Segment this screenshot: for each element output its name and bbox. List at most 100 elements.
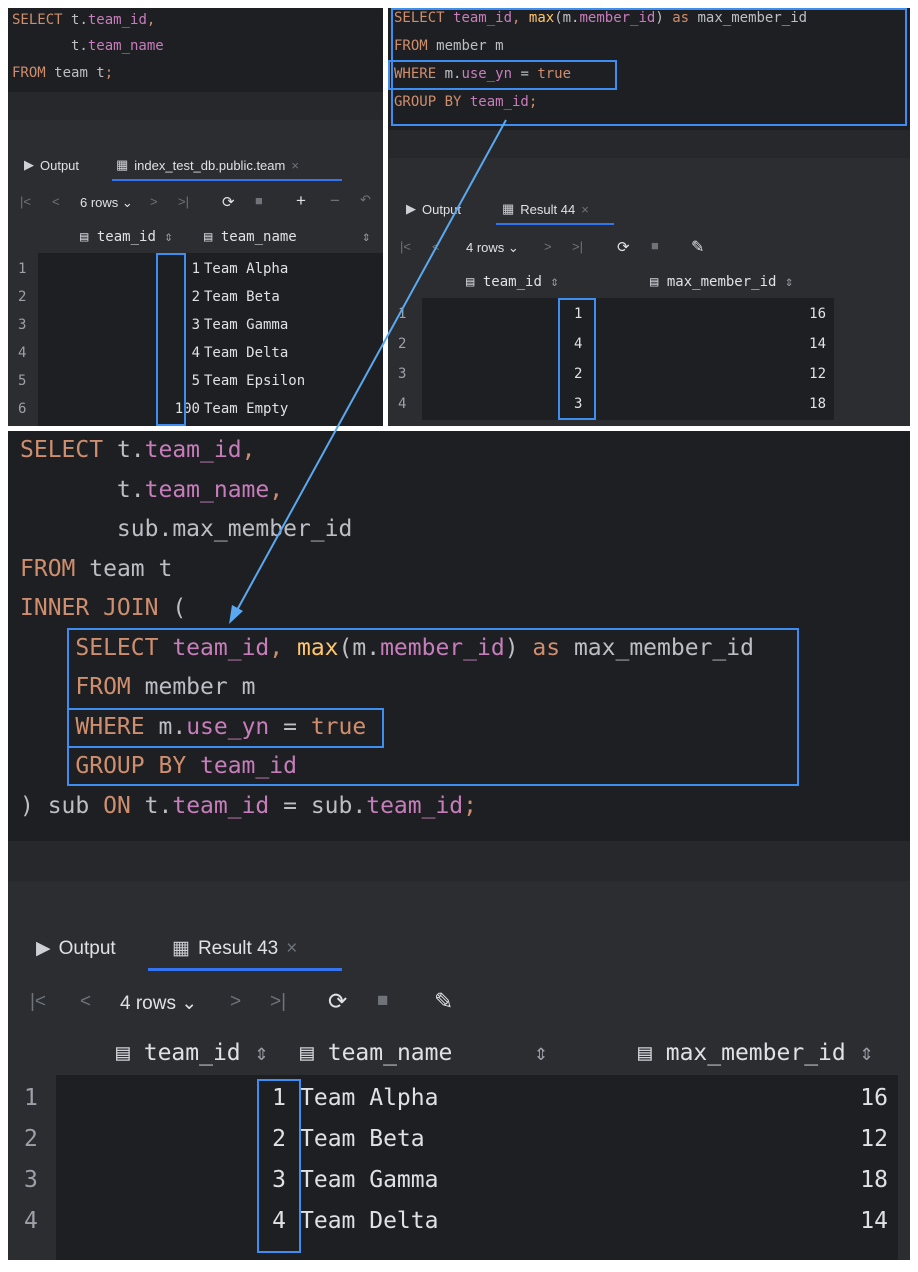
next-page-icon[interactable]: > [150,194,158,209]
cell-team-name[interactable]: Team Beta [204,289,280,305]
first-page-icon[interactable]: |< [30,991,46,1013]
sort-icon[interactable]: ⇕ [534,1040,548,1066]
cell-max-member-id[interactable]: 16 [860,1085,888,1111]
row-number: 2 [18,289,27,305]
tab-result[interactable]: ▦ Result 44 × [502,201,589,217]
code-line: FROM team t [20,556,173,582]
cell-max-member-id[interactable]: 12 [809,366,826,382]
pin-icon[interactable]: ✎ [434,988,453,1015]
stop-icon[interactable]: ■ [255,193,263,208]
next-page-icon[interactable]: > [230,991,241,1013]
stop-icon[interactable]: ■ [651,238,659,253]
cell-max-member-id[interactable]: 18 [809,396,826,412]
close-icon[interactable]: × [291,158,299,173]
sort-icon[interactable]: ⇕ [255,1040,269,1066]
table-icon: ▦ [116,157,129,172]
column-header-team-name[interactable]: ▤ team_name [300,1040,452,1066]
cell-max-member-id[interactable]: 18 [860,1167,888,1193]
next-page-icon[interactable]: > [544,239,552,254]
revert-icon[interactable]: ↶ [360,192,371,208]
rows-selector[interactable]: 4 rows ⌄ [120,992,197,1015]
delete-row-icon[interactable]: − [330,191,340,211]
code-line: INNER JOIN ( [20,595,187,621]
bottom-panel: SELECT t.team_id, t.team_name, sub.max_m… [8,431,910,1260]
cell-team-name[interactable]: Team Epsilon [204,373,305,389]
cell-max-member-id[interactable]: 12 [860,1126,888,1152]
sort-icon[interactable]: ⇕ [785,274,793,290]
column-icon: ▤ [466,274,475,290]
sort-icon[interactable]: ⇕ [164,229,172,245]
column-icon: ▤ [650,274,659,290]
last-page-icon[interactable]: >| [270,991,286,1013]
cell-team-name[interactable]: Team Delta [204,345,288,361]
column-header-max-member-id[interactable]: ▤ max_member_id ⇕ [638,1040,873,1066]
toolbar: |< < 4 rows ⌄ > >| ⟳ ■ ✎ [388,232,910,264]
code-line: SELECT t.team_id, [12,12,156,28]
cell-max-member-id[interactable]: 16 [809,306,826,322]
rows-selector[interactable]: 4 rows ⌄ [466,240,519,256]
close-icon[interactable]: × [286,938,297,960]
sort-icon[interactable]: ⇕ [550,274,558,290]
tab-result[interactable]: ▦ Result 43 × [172,937,297,960]
cell-team-name[interactable]: Team Gamma [204,317,288,333]
column-header-team-name[interactable]: ▤ team_name [204,229,297,245]
row-number: 3 [18,317,27,333]
cell-team-name[interactable]: Team Gamma [300,1167,438,1193]
prev-page-icon[interactable]: < [52,194,60,209]
close-icon[interactable]: × [581,202,589,217]
grid-header: ▤ team_id ⇕ ▤ max_member_id ⇕ [388,268,834,298]
highlight-box-where [67,708,384,748]
pin-icon[interactable]: ✎ [691,237,704,257]
top-left-panel: SELECT t.team_id, t.team_name FROM team … [8,8,383,426]
top-right-panel: SELECT team_id, max(m.member_id) as max_… [388,8,910,426]
tab-table[interactable]: ▦ index_test_db.public.team × [116,157,299,173]
stop-icon[interactable]: ■ [377,990,388,1012]
editor-bottom-area [8,92,383,120]
tab-bar: ▶ Output ▦ Result 44 × [388,195,910,225]
refresh-icon[interactable]: ⟳ [222,193,235,211]
last-page-icon[interactable]: >| [572,239,583,254]
column-header-team-id[interactable]: ▤ team_id ⇕ [80,229,173,245]
refresh-icon[interactable]: ⟳ [328,988,347,1015]
table-icon: ▦ [502,201,515,216]
last-page-icon[interactable]: >| [178,194,189,209]
grid-header: ▤ team_id ⇕ ▤ team_name ⇕ [8,223,383,253]
cell-team-id[interactable]: 3 [192,317,200,333]
sort-icon[interactable]: ⇕ [362,229,370,245]
rows-selector[interactable]: 6 rows ⌄ [80,195,133,211]
cell-max-member-id[interactable]: 14 [809,336,826,352]
refresh-icon[interactable]: ⟳ [617,238,630,256]
cell-team-name[interactable]: Team Empty [204,401,288,417]
sort-icon[interactable]: ⇕ [860,1040,874,1066]
active-tab-indicator [496,223,614,225]
column-header-team-id[interactable]: ▤ team_id ⇕ [116,1040,268,1066]
tab-output[interactable]: ▶ Output [24,157,79,173]
highlight-box-team-id [156,253,186,426]
cell-team-name[interactable]: Team Beta [300,1126,425,1152]
prev-page-icon[interactable]: < [80,991,91,1013]
grid-body [422,298,834,420]
tab-output[interactable]: ▶ Output [406,201,461,217]
column-header-team-id[interactable]: ▤ team_id ⇕ [466,274,559,290]
prev-page-icon[interactable]: < [432,239,440,254]
result-grid: ▤ team_id ⇕ ▤ team_name ⇕ 1 1 Team Alpha 2 2… [8,223,383,426]
cell-max-member-id[interactable]: 14 [860,1208,888,1234]
cell-team-id[interactable]: 1 [192,261,200,277]
row-number: 3 [24,1167,38,1193]
cell-team-name[interactable]: Team Alpha [300,1085,438,1111]
console-icon: ▶ [24,157,34,172]
cell-team-id[interactable]: 5 [192,373,200,389]
column-header-max-member-id[interactable]: ▤ max_member_id ⇕ [650,274,793,290]
tab-output[interactable]: ▶ Output [36,937,116,960]
cell-team-id[interactable]: 2 [192,289,200,305]
cell-team-name[interactable]: Team Alpha [204,261,288,277]
first-page-icon[interactable]: |< [20,194,31,209]
first-page-icon[interactable]: |< [400,239,411,254]
toolbar: |< < 6 rows ⌄ > >| ⟳ ■ + − ↶ [8,188,383,218]
row-number: 1 [398,306,407,322]
add-row-icon[interactable]: + [296,191,306,211]
cell-team-id[interactable]: 4 [192,345,200,361]
cell-team-name[interactable]: Team Delta [300,1208,438,1234]
row-number: 1 [18,261,27,277]
grid-body [56,1075,898,1260]
